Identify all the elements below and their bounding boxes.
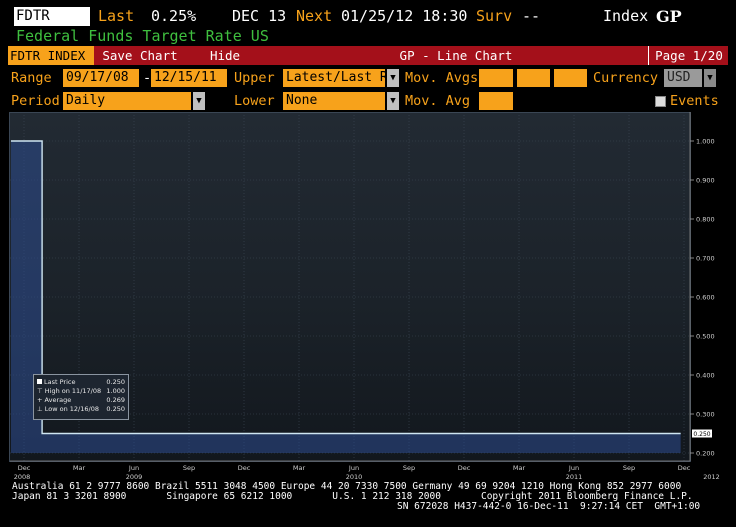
- chart-legend: Last Price 0.250 ⊤ High on 11/17/08 1.00…: [33, 374, 129, 420]
- x-year-label: 2008: [14, 473, 31, 481]
- last-value-label: 0.250: [693, 431, 710, 438]
- high-marker-icon: ⊤: [37, 387, 43, 395]
- x-year-label: 2010: [346, 473, 363, 481]
- x-tick-label: Jun: [128, 464, 139, 472]
- y-tick-label: 0.700: [696, 255, 715, 263]
- legend-square-icon: [37, 379, 42, 384]
- legend-high: ⊤ High on 11/17/08 1.000: [37, 387, 125, 395]
- x-tick-label: Mar: [293, 464, 306, 472]
- x-year-label: 2009: [126, 473, 143, 481]
- x-tick-label: Mar: [73, 464, 86, 472]
- average-marker-icon: +: [37, 396, 43, 404]
- x-year-label: 2012: [703, 473, 720, 481]
- x-tick-label: Mar: [513, 464, 526, 472]
- y-tick-label: 0.900: [696, 177, 715, 185]
- legend-last-price: Last Price 0.250: [37, 378, 125, 387]
- x-tick-label: Dec: [458, 464, 471, 472]
- legend-average: + Average 0.269: [37, 396, 125, 404]
- y-tick-label: 0.800: [696, 216, 715, 224]
- legend-low: ⊥ Low on 12/16/08 0.250: [37, 405, 125, 413]
- x-year-label: 2011: [566, 473, 583, 481]
- x-tick-label: Jun: [348, 464, 359, 472]
- y-tick-label: 0.600: [696, 294, 715, 302]
- x-tick-label: Dec: [18, 464, 31, 472]
- low-marker-icon: ⊥: [37, 405, 43, 413]
- x-tick-label: Sep: [183, 464, 195, 472]
- x-tick-label: Sep: [403, 464, 415, 472]
- x-tick-label: Sep: [623, 464, 635, 472]
- y-tick-label: 0.200: [696, 450, 715, 458]
- y-tick-label: 0.300: [696, 411, 715, 419]
- x-tick-label: Dec: [678, 464, 691, 472]
- y-tick-label: 1.000: [696, 138, 715, 146]
- y-tick-label: 0.500: [696, 333, 715, 341]
- footer-session-line: SN 672028 H437-442-0 16-Dec-11 9:27:14 C…: [397, 501, 701, 512]
- y-tick-label: 0.400: [696, 372, 715, 380]
- line-chart: 1.000 0.900 0.800 0.700 0.600 0.500 0.400 0.300…: [10, 112, 720, 481]
- x-tick-label: Jun: [568, 464, 579, 472]
- x-tick-label: Dec: [238, 464, 251, 472]
